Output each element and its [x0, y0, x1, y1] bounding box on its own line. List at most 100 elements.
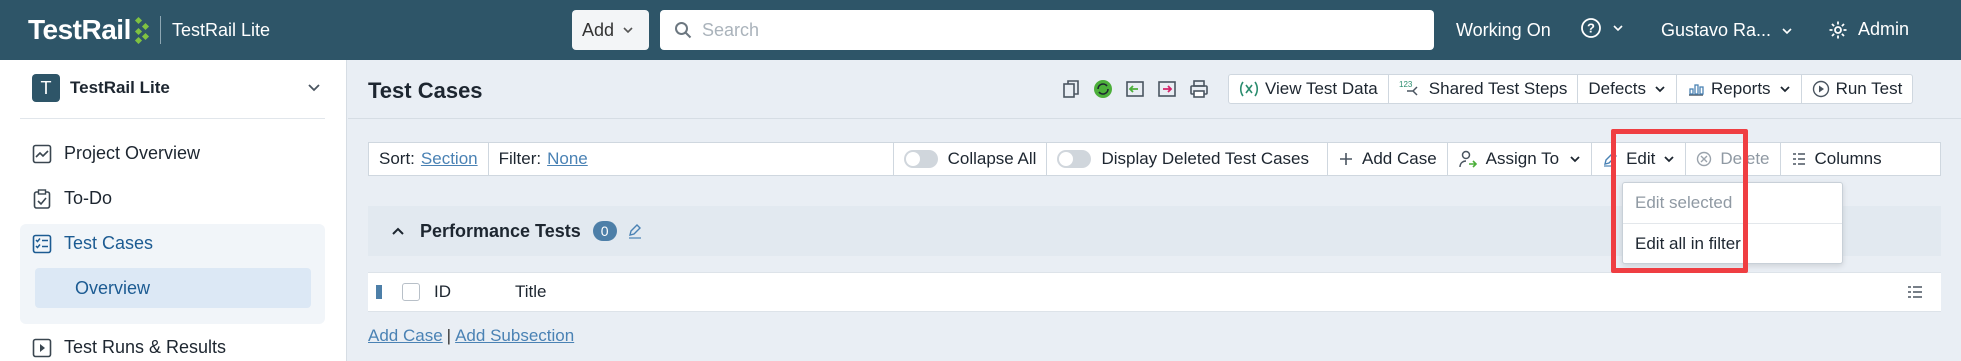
- collapse-all-toggle[interactable]: Collapse All: [894, 143, 1048, 175]
- main-toolbar: View Test Data 123 Shared Test Steps Def…: [1228, 74, 1914, 104]
- print-icon[interactable]: [1188, 78, 1210, 100]
- sidebar-item-test-runs[interactable]: Test Runs & Results: [32, 337, 226, 358]
- play-circle-icon: [1812, 80, 1829, 98]
- admin-link[interactable]: Admin: [1828, 19, 1909, 40]
- sort-control[interactable]: Sort: Section: [369, 143, 489, 175]
- working-on-menu[interactable]: Working On: [1456, 20, 1551, 41]
- search-icon: [675, 22, 692, 39]
- search-placeholder: Search: [702, 19, 760, 40]
- chevron-down-icon: [1782, 27, 1792, 34]
- export-icon[interactable]: [1156, 78, 1178, 100]
- select-all-checkbox[interactable]: [402, 283, 420, 301]
- edit-section-icon[interactable]: [627, 223, 643, 239]
- sidebar-item-todo[interactable]: To-Do: [32, 188, 112, 209]
- add-case-button[interactable]: Add Case: [1328, 143, 1448, 175]
- defects-label: Defects: [1588, 79, 1647, 98]
- collapse-all-label: Collapse All: [947, 149, 1037, 168]
- run-test-button[interactable]: Run Test: [1802, 75, 1913, 103]
- view-test-data-button[interactable]: View Test Data: [1229, 75, 1389, 103]
- sidebar-item-project-overview[interactable]: Project Overview: [32, 143, 200, 164]
- add-subsection-link[interactable]: Add Subsection: [455, 326, 574, 345]
- admin-label: Admin: [1858, 19, 1910, 39]
- edit-menu-button[interactable]: Edit: [1592, 143, 1687, 175]
- edit-dropdown-menu: Edit selected Edit all in filter: [1622, 182, 1843, 264]
- sidebar-item-label: Project Overview: [64, 143, 201, 163]
- reports-label: Reports: [1711, 79, 1771, 98]
- chart-icon: [32, 144, 52, 163]
- chevron-down-icon: [1779, 86, 1790, 93]
- sidebar-subitem-overview[interactable]: Overview: [35, 268, 311, 308]
- chevron-up-icon[interactable]: [390, 223, 406, 239]
- project-selector[interactable]: T TestRail Lite: [32, 74, 322, 102]
- filter-bar: Sort: Section Filter: None Collapse All …: [368, 142, 1941, 176]
- display-deleted-label: Display Deleted Test Cases: [1101, 149, 1309, 168]
- test-cases-icon: [32, 234, 52, 253]
- columns-button[interactable]: Columns: [1781, 143, 1892, 175]
- delete-label: Delete: [1720, 149, 1770, 168]
- shared-steps-badge: 123: [1399, 80, 1413, 89]
- sidebar-item-label: Test Cases: [64, 233, 154, 253]
- sort-value-link[interactable]: Section: [421, 149, 478, 169]
- user-assign-icon: [1458, 150, 1477, 168]
- copy-icon[interactable]: [1060, 78, 1082, 100]
- pencil-icon: [1604, 152, 1618, 167]
- shared-test-steps-label: Shared Test Steps: [1428, 79, 1568, 98]
- play-icon: [32, 338, 52, 357]
- testrail-logo[interactable]: TestRail: [28, 14, 152, 46]
- sidebar-item-test-cases[interactable]: Test Cases: [32, 233, 153, 254]
- drag-handle[interactable]: [376, 285, 382, 299]
- view-test-data-label: View Test Data: [1265, 79, 1378, 98]
- defects-menu[interactable]: Defects: [1578, 75, 1678, 103]
- header-divider: [348, 118, 1961, 119]
- plus-icon: [1340, 153, 1352, 165]
- column-header-id[interactable]: ID: [434, 282, 515, 302]
- svg-text:?: ?: [1587, 21, 1595, 36]
- menu-item-edit-selected[interactable]: Edit selected: [1623, 183, 1842, 223]
- toolbar-icons: [1060, 78, 1220, 100]
- column-settings-icon[interactable]: [1907, 285, 1923, 299]
- add-button[interactable]: Add: [572, 10, 649, 50]
- display-deleted-toggle[interactable]: Display Deleted Test Cases: [1047, 143, 1328, 175]
- delete-button[interactable]: Delete: [1686, 143, 1781, 175]
- sync-icon[interactable]: [1092, 78, 1114, 100]
- filter-control[interactable]: Filter: None: [489, 143, 894, 175]
- columns-label: Columns: [1814, 149, 1882, 168]
- page-title: Test Cases: [368, 78, 483, 103]
- chevron-down-icon: [1664, 156, 1675, 163]
- filter-value-link[interactable]: None: [547, 149, 588, 169]
- top-bar: TestRail TestRail Lite Add Search Workin…: [0, 0, 1961, 60]
- help-menu[interactable]: ?: [1580, 17, 1624, 39]
- user-menu[interactable]: Gustavo Ra...: [1661, 20, 1793, 41]
- shared-steps-icon: 123: [1399, 80, 1418, 96]
- add-label: Add: [582, 19, 615, 40]
- reports-menu[interactable]: Reports: [1677, 75, 1802, 103]
- section-count-badge: 0: [592, 221, 617, 241]
- search-input[interactable]: Search: [660, 10, 1434, 50]
- logo-mark-icon: [134, 16, 149, 44]
- sort-label: Sort:: [379, 149, 415, 168]
- shared-test-steps-button[interactable]: 123 Shared Test Steps: [1389, 75, 1579, 103]
- add-case-label: Add Case: [1362, 149, 1437, 168]
- project-name: TestRail Lite: [70, 78, 170, 97]
- import-icon[interactable]: [1124, 78, 1146, 100]
- chevron-down-icon: [1655, 86, 1665, 93]
- logo-separator: [160, 16, 161, 44]
- add-links: Add Case | Add Subsection: [368, 326, 574, 346]
- sidebar-divider: [20, 118, 325, 119]
- run-test-label: Run Test: [1835, 79, 1903, 98]
- column-header-title[interactable]: Title: [515, 282, 547, 302]
- edit-label: Edit: [1626, 149, 1656, 168]
- gear-icon: [1829, 21, 1847, 38]
- menu-item-edit-all-in-filter[interactable]: Edit all in filter: [1623, 223, 1842, 263]
- add-case-link[interactable]: Add Case: [368, 326, 443, 345]
- working-on-label: Working On: [1456, 20, 1551, 40]
- user-name: Gustavo Ra...: [1661, 20, 1772, 40]
- sidebar: T TestRail Lite Project Overview To-Do T…: [0, 60, 347, 361]
- assign-to-menu[interactable]: Assign To: [1448, 143, 1593, 175]
- delete-circle-icon: [1697, 151, 1712, 167]
- app-name: TestRail Lite: [172, 20, 271, 40]
- toggle-switch[interactable]: [903, 150, 938, 168]
- toggle-switch[interactable]: [1057, 150, 1092, 168]
- filter-label: Filter:: [498, 149, 542, 168]
- bar-chart-icon: [1689, 84, 1704, 96]
